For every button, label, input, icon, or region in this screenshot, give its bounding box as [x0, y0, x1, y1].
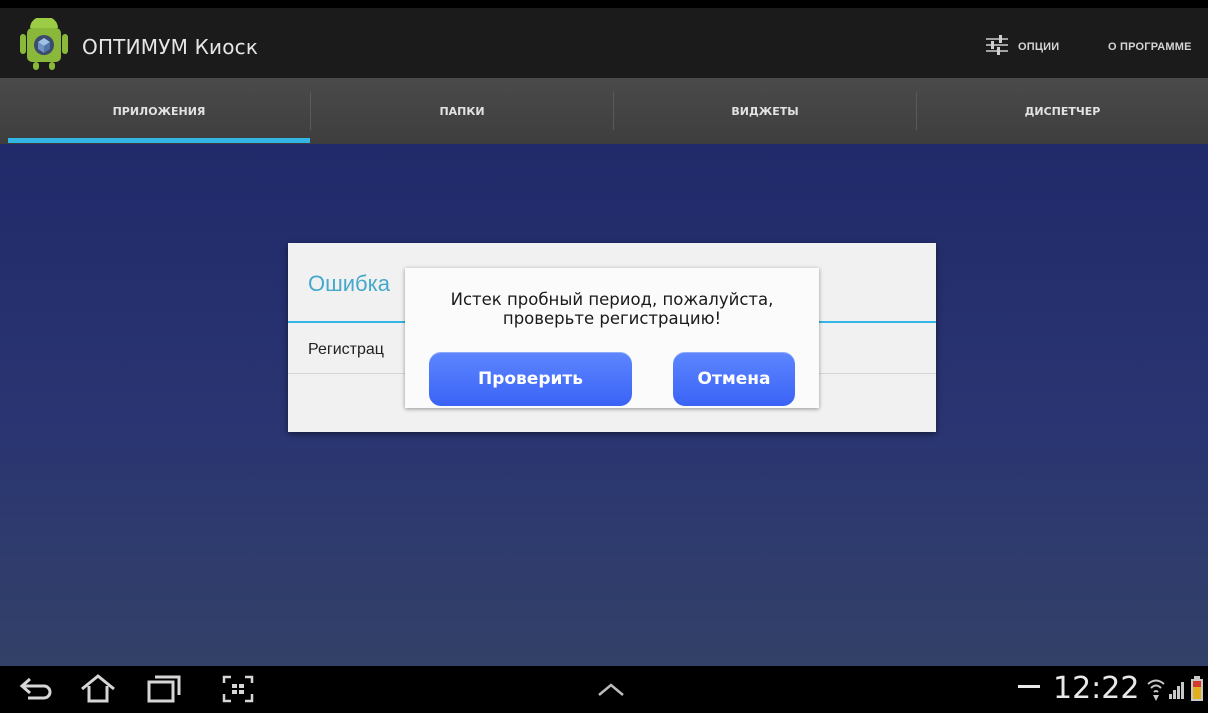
up-arrow-icon[interactable]	[591, 673, 631, 705]
wifi-icon	[1147, 679, 1165, 701]
options-action[interactable]: ОПЦИИ	[1018, 41, 1059, 53]
popup-message-line-1: Истек пробный период, пожалуйста,	[450, 290, 774, 309]
tab-folders[interactable]: ПАПКИ	[311, 78, 613, 144]
tab-apps[interactable]: ПРИЛОЖЕНИЯ	[8, 78, 310, 144]
check-button[interactable]: Проверить	[429, 352, 632, 406]
action-bar: ОПТИМУМ Киоск ОПЦИИ О ПРОГРАММЕ	[0, 8, 1208, 78]
recent-apps-icon[interactable]	[145, 673, 185, 705]
error-dialog-body-clip: Регистрац	[288, 243, 406, 432]
about-action[interactable]: О ПРОГРАММЕ	[1108, 41, 1208, 53]
tab-widgets[interactable]: ВИДЖЕТЫ	[614, 78, 916, 144]
trial-expired-popup: Истек пробный период, пожалуйста, провер…	[405, 268, 819, 408]
system-nav-bar: 12:22	[0, 666, 1208, 713]
cancel-button[interactable]: Отмена	[673, 352, 795, 406]
screenshot-icon[interactable]	[218, 673, 258, 705]
popup-message-line-2: проверьте регистрацию!	[502, 309, 722, 328]
battery-icon	[1191, 676, 1203, 701]
sliders-icon[interactable]	[985, 34, 1009, 56]
popup-message: Истек пробный период, пожалуйста, провер…	[405, 290, 819, 328]
android-app-icon[interactable]	[20, 18, 68, 70]
clock: 12:22	[1053, 671, 1140, 706]
tab-selected-indicator	[8, 138, 310, 143]
back-icon[interactable]	[16, 673, 56, 705]
tab-dispatcher[interactable]: ДИСПЕТЧЕР	[917, 78, 1208, 144]
app-title: ОПТИМУМ Киоск	[82, 35, 259, 59]
minus-icon	[1018, 685, 1040, 688]
home-icon[interactable]	[78, 673, 118, 705]
signal-icon	[1169, 682, 1184, 699]
tab-bar: ПРИЛОЖЕНИЯ ПАПКИ ВИДЖЕТЫ ДИСПЕТЧЕР	[0, 78, 1208, 144]
error-dialog-body: Регистрац	[308, 341, 384, 358]
